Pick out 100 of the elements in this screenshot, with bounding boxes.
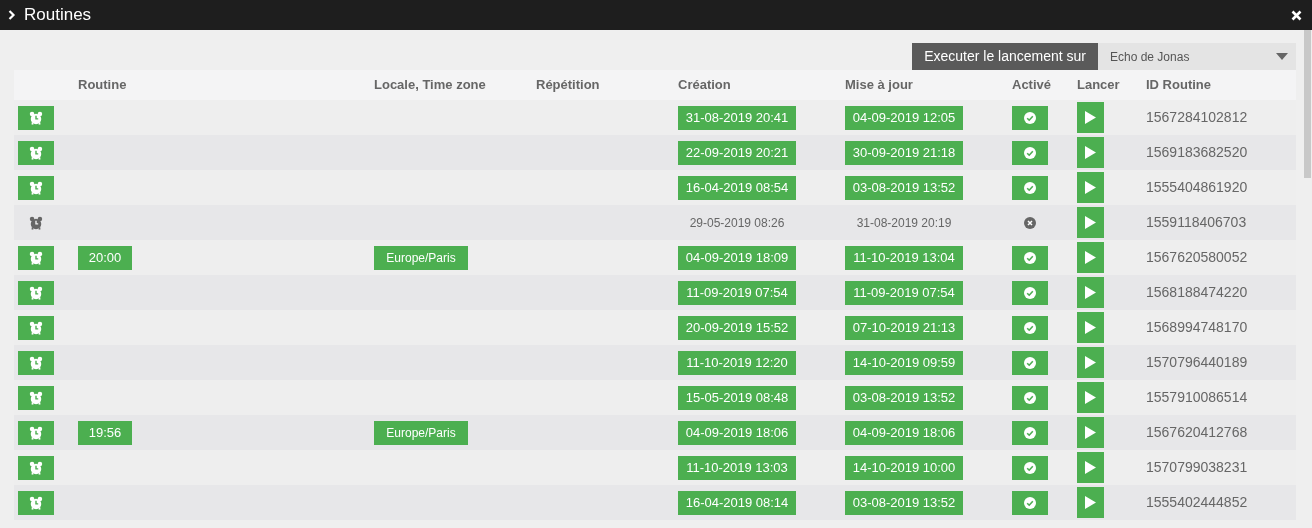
check-circle-icon (1024, 321, 1036, 334)
check-circle-icon (1024, 251, 1036, 264)
check-circle-icon (1024, 391, 1036, 404)
routine-id: 1567620412768 (1145, 423, 1248, 442)
date-badge: 22-09-2019 20:21 (678, 140, 796, 165)
routine-id: 1555404861920 (1145, 178, 1248, 197)
date-badge: 20-09-2019 15:52 (678, 315, 796, 340)
date-badge: 07-10-2019 21:13 (845, 315, 963, 340)
routine-id: 1559118406703 (1145, 213, 1247, 232)
date-badge: 03-08-2019 13:52 (845, 175, 963, 200)
alarm-clock-icon (29, 390, 43, 405)
play-icon (1085, 391, 1096, 404)
column-header: Lancer (1076, 76, 1120, 95)
date-badge: 30-09-2019 21:18 (845, 140, 963, 165)
alarm-clock-icon (29, 320, 43, 335)
play-button[interactable] (1077, 172, 1104, 203)
routine-id: 1569183682520 (1145, 143, 1248, 162)
date-badge: 31-08-2019 20:41 (678, 105, 796, 130)
locale-badge: Europe/Paris (374, 245, 468, 270)
column-header: Activé (1011, 76, 1052, 95)
date-badge: 11-09-2019 07:54 (845, 280, 963, 305)
date-badge: 16-04-2019 08:14 (678, 490, 796, 515)
time-badge: 19:56 (78, 420, 132, 445)
play-button[interactable] (1077, 242, 1104, 273)
device-select[interactable]: Echo de Jonas (1098, 43, 1296, 70)
check-circle-icon (1024, 181, 1036, 194)
check-circle-icon (1024, 111, 1036, 124)
date-text: 29-05-2019 08:26 (688, 214, 786, 232)
date-badge: 03-08-2019 13:52 (845, 490, 963, 515)
column-header: Mise à jour (844, 76, 913, 95)
date-badge: 14-10-2019 10:00 (845, 455, 963, 480)
alarm-clock-icon (29, 110, 43, 125)
play-icon (1085, 496, 1096, 509)
date-badge: 03-08-2019 13:52 (845, 385, 963, 410)
play-button[interactable] (1077, 452, 1104, 483)
play-icon (1085, 181, 1096, 194)
close-icon[interactable] (1291, 9, 1302, 21)
alarm-clock-icon (29, 250, 43, 265)
launch-label: Executer le lancement sur (912, 43, 1098, 70)
alarm-clock-icon (29, 355, 43, 370)
play-button[interactable] (1077, 207, 1104, 238)
play-button[interactable] (1077, 137, 1104, 168)
date-badge: 04-09-2019 18:06 (845, 420, 963, 445)
column-header: Locale, Time zone (373, 76, 486, 95)
play-button[interactable] (1077, 102, 1104, 133)
alarm-clock-icon (29, 180, 43, 195)
check-circle-icon (1024, 286, 1036, 299)
date-badge: 14-10-2019 09:59 (845, 350, 963, 375)
play-icon (1085, 461, 1096, 474)
routine-id: 1555402444852 (1145, 493, 1248, 512)
play-button[interactable] (1077, 277, 1104, 308)
alarm-clock-icon (29, 215, 43, 230)
date-badge: 11-10-2019 13:04 (845, 245, 963, 270)
alarm-clock-icon (29, 425, 43, 440)
x-circle-icon (1024, 216, 1036, 229)
alarm-clock-icon (29, 285, 43, 300)
window-title: Routines (24, 4, 92, 27)
routine-id: 1568994748170 (1145, 318, 1248, 337)
play-icon (1085, 426, 1096, 439)
date-badge: 04-09-2019 12:05 (845, 105, 963, 130)
date-badge: 15-05-2019 08:48 (678, 385, 796, 410)
chevron-right-icon[interactable] (8, 10, 16, 20)
check-circle-icon (1024, 356, 1036, 369)
play-button[interactable] (1077, 382, 1104, 413)
play-button[interactable] (1077, 347, 1104, 378)
dropdown-caret-icon (1276, 53, 1288, 60)
routine-id: 1570796440189 (1145, 353, 1248, 372)
column-header: Routine (77, 76, 127, 95)
routine-id: 1570799038231 (1145, 458, 1248, 477)
column-header: ID Routine (1145, 76, 1211, 95)
play-icon (1085, 216, 1096, 229)
date-badge: 11-09-2019 07:54 (678, 280, 796, 305)
play-button[interactable] (1077, 312, 1104, 343)
date-badge: 11-10-2019 13:03 (678, 455, 796, 480)
date-badge: 16-04-2019 08:54 (678, 175, 796, 200)
play-icon (1085, 251, 1096, 264)
time-badge: 20:00 (78, 245, 132, 270)
scrollbar-thumb[interactable] (1304, 30, 1311, 178)
date-text: 31-08-2019 20:19 (855, 214, 953, 232)
check-circle-icon (1024, 461, 1036, 474)
routine-id: 1567284102812 (1145, 108, 1248, 127)
column-header: Création (677, 76, 731, 95)
date-badge: 04-09-2019 18:09 (678, 245, 796, 270)
locale-badge: Europe/Paris (374, 420, 468, 445)
check-circle-icon (1024, 496, 1036, 509)
date-badge: 04-09-2019 18:06 (678, 420, 796, 445)
play-button[interactable] (1077, 417, 1104, 448)
play-icon (1085, 146, 1096, 159)
routine-id: 1567620580052 (1145, 248, 1248, 267)
check-circle-icon (1024, 426, 1036, 439)
date-badge: 11-10-2019 12:20 (678, 350, 796, 375)
column-header: Répétition (535, 76, 600, 95)
alarm-clock-icon (29, 145, 43, 160)
routine-id: 1568188474220 (1145, 283, 1248, 302)
play-icon (1085, 286, 1096, 299)
alarm-clock-icon (29, 495, 43, 510)
check-circle-icon (1024, 146, 1036, 159)
play-button[interactable] (1077, 487, 1104, 518)
routine-id: 1557910086514 (1145, 388, 1248, 407)
alarm-clock-icon (29, 460, 43, 475)
